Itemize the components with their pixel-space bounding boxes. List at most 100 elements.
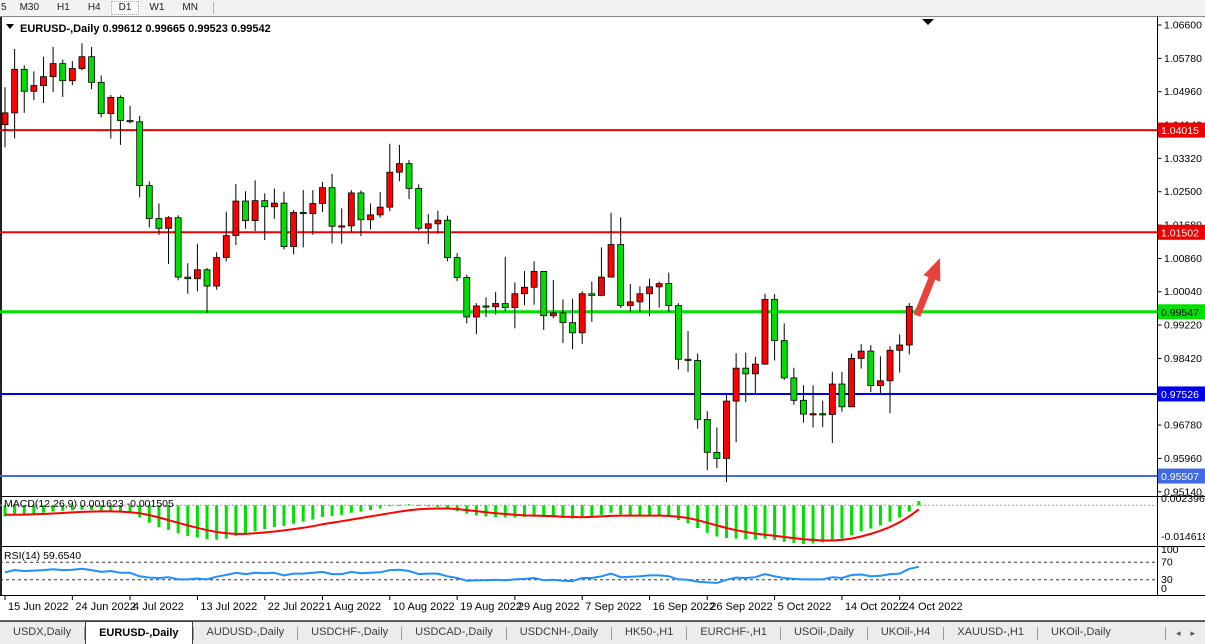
date-label: 24 Jun 2022 [75,601,136,613]
candle [608,245,614,278]
chart-tab-usdchf-daily[interactable]: USDCHF-,Daily [298,622,401,644]
candle [781,341,787,378]
chart-tab-ukoil-daily[interactable]: UKOil-,Daily [1038,622,1124,644]
candle [839,384,845,407]
candle [897,345,903,350]
candle [60,64,66,81]
arrow-up-annotation[interactable] [914,258,941,317]
candle [906,306,912,345]
chart-tab-audusd-daily[interactable]: AUDUSD-,Daily [194,622,298,644]
chart-canvas[interactable]: 0.002396-0.014618 10070300 1.066001.0578… [0,16,1205,621]
chart-tab-bar: USDX,DailyEURUSD-,DailyAUDUSD-,DailyUSDC… [0,621,1205,644]
date-label: 13 Jul 2022 [200,601,257,613]
chart-tab-usdcad-daily[interactable]: USDCAD-,Daily [402,622,506,644]
candle [358,193,364,220]
candle [12,69,18,113]
drawn-arrow-annotation[interactable] [914,258,941,317]
candle [752,364,758,374]
timeframe-button-h1[interactable]: H1 [48,0,79,16]
candle [40,77,46,86]
candle [368,215,374,220]
candle [473,306,479,317]
date-label: 1 Aug 2022 [325,601,381,613]
candle [589,294,595,296]
chart-tab-hk50-h1[interactable]: HK50-,H1 [612,622,686,644]
candle [800,400,806,414]
candle [887,350,893,380]
candle [521,287,527,294]
candle [656,284,662,287]
level-price-badge: 1.04015 [1161,125,1199,137]
candle [214,258,220,286]
date-label: 29 Aug 2022 [518,601,580,613]
rsi-axis-label: 0 [1161,583,1167,595]
candle [117,97,123,120]
candle [560,313,566,323]
price-axis-label: 0.95960 [1164,453,1202,465]
chart-tab-usoil-daily[interactable]: USOil-,Daily [781,622,867,644]
price-axis-label: 0.95140 [1164,486,1202,498]
candle [127,121,133,122]
price-axis-label: 1.06600 [1164,20,1202,32]
macd-axis-label: -0.014618 [1161,531,1205,543]
candle [406,164,412,189]
timeframe-button-w1[interactable]: W1 [140,0,173,16]
candle [820,414,826,415]
chart-tab-usdcnh-daily[interactable]: USDCNH-,Daily [507,622,611,644]
chart-tab-ukoil-h4[interactable]: UKOil-,H4 [868,622,944,644]
timeframe-button-mn[interactable]: MN [173,0,207,16]
timeframe-button-d1[interactable]: D1 [110,0,141,16]
candle [772,299,778,340]
candle [579,294,585,333]
horizontal-level-lines[interactable] [0,130,1158,476]
date-label: 7 Sep 2022 [585,601,641,613]
chart-tab-usdx-daily[interactable]: USDX,Daily [0,622,84,644]
candle [50,64,56,77]
rsi-indicator-label: RSI(14) 59.6540 [4,550,81,562]
candle [810,414,816,415]
candle [291,212,297,246]
date-label: 22 Jul 2022 [268,601,325,613]
candle [724,401,730,458]
candle [675,306,681,360]
trading-platform-window: 5M30H1H4D1W1MN 0.002396-0.014618 1007030… [0,0,1205,644]
chart-tab-eurchf-h1[interactable]: EURCHF-,H1 [687,622,780,644]
timeframe-button-m30[interactable]: M30 [11,0,48,16]
candle [204,270,210,286]
date-label: 4 Jul 2022 [133,601,184,613]
candle [262,201,268,207]
price-axis: 1.066001.057801.049601.041401.033201.025… [1158,20,1203,499]
chart-tab-eurusd-daily[interactable]: EURUSD-,Daily [85,621,192,644]
price-axis-label: 1.03320 [1164,153,1202,165]
candle [598,277,604,295]
tab-divider [1165,627,1166,640]
candle [387,172,393,207]
candle [146,186,152,219]
chart-title-group: EURUSD-,Daily 0.99612 0.99665 0.99523 0.… [6,23,271,35]
candle [502,304,508,308]
candle [137,122,143,186]
price-axis-label: 1.02500 [1164,186,1202,198]
candle [454,258,460,278]
candle [743,368,749,374]
chart-tab-xauusd-h1[interactable]: XAUUSD-,H1 [944,622,1037,644]
candle [252,201,258,221]
tab-scroll-right-icon[interactable]: ▸ [1190,628,1195,639]
chart-shift-marker-icon[interactable] [922,19,934,25]
timeframe-button-h4[interactable]: H4 [79,0,110,16]
symbol-dropdown-icon[interactable] [6,24,14,29]
candle [791,378,797,400]
candle [829,384,835,414]
timeframe-button-5[interactable]: 5 [0,0,11,16]
candle [877,381,883,386]
candle [281,203,287,247]
candle [464,277,470,316]
candle [98,82,104,113]
date-label: 24 Oct 2022 [903,601,963,613]
candle [271,203,277,207]
date-label: 19 Aug 2022 [460,601,522,613]
candle [512,294,518,308]
candle [89,57,95,83]
candle [79,57,85,69]
tab-scroll-left-icon[interactable]: ◂ [1176,628,1181,639]
